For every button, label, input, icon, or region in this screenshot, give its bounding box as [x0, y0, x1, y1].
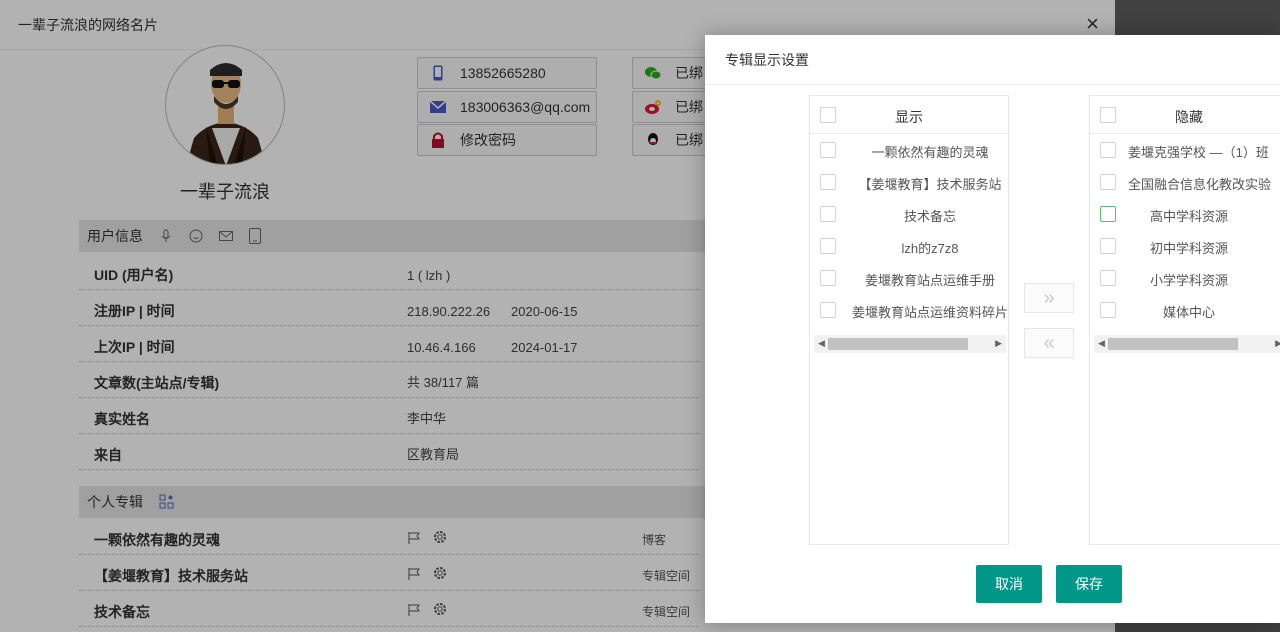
scroll-right-arrow[interactable]: ▶	[1275, 338, 1280, 349]
move-to-hidden-button[interactable]: »	[1024, 283, 1074, 313]
item-label: 姜堰克强学校 —（1）班	[1128, 145, 1269, 160]
list-item[interactable]: 姜堰教育站点运维手册	[810, 262, 1008, 294]
list-item[interactable]: 技术备忘	[810, 198, 1008, 230]
collection-display-dialog: 专辑显示设置 显示 一颗依然有趣的灵魂 【姜堰教育】技术服务站 技术备忘 lzh…	[705, 35, 1280, 623]
shown-list-header: 显示	[810, 96, 1008, 134]
shown-list-box: 显示 一颗依然有趣的灵魂 【姜堰教育】技术服务站 技术备忘 lzh的z7z8 姜…	[809, 95, 1009, 545]
move-to-shown-button[interactable]: «	[1024, 328, 1074, 358]
list-item[interactable]: 高中学科资源	[1090, 198, 1280, 230]
item-checkbox[interactable]	[820, 174, 836, 190]
item-checkbox[interactable]	[820, 238, 836, 254]
scroll-left-arrow[interactable]: ◀	[818, 338, 825, 349]
item-label: 小学学科资源	[1149, 273, 1228, 288]
dialog-title: 专辑显示设置	[705, 35, 1280, 85]
hidden-list: 姜堰克强学校 —（1）班 全国融合信息化教改实验 高中学科资源 初中学科资源 小…	[1090, 134, 1280, 326]
horizontal-scrollbar[interactable]: ◀ ▶	[814, 335, 1006, 353]
item-label: 初中学科资源	[1149, 241, 1228, 256]
hidden-list-header: 隐藏	[1090, 96, 1280, 134]
list-item[interactable]: lzh的z7z8	[810, 230, 1008, 262]
item-label: 高中学科资源	[1149, 209, 1228, 224]
list-item[interactable]: 一颗依然有趣的灵魂	[810, 134, 1008, 166]
cancel-button[interactable]: 取消	[976, 565, 1042, 603]
item-checkbox[interactable]	[1100, 142, 1116, 158]
scroll-left-arrow[interactable]: ◀	[1098, 338, 1105, 349]
hidden-list-title: 隐藏	[1175, 109, 1203, 125]
item-checkbox[interactable]	[820, 302, 836, 318]
list-item[interactable]: 全国融合信息化教改实验	[1090, 166, 1280, 198]
shown-list: 一颗依然有趣的灵魂 【姜堰教育】技术服务站 技术备忘 lzh的z7z8 姜堰教育…	[810, 134, 1008, 326]
item-label: lzh的z7z8	[901, 241, 959, 256]
list-item[interactable]: 初中学科资源	[1090, 230, 1280, 262]
scroll-right-arrow[interactable]: ▶	[995, 338, 1002, 349]
item-label: 【姜堰教育】技术服务站	[858, 177, 1002, 192]
item-checkbox[interactable]	[820, 270, 836, 286]
item-label: 姜堰教育站点运维手册	[864, 273, 995, 288]
save-button[interactable]: 保存	[1056, 565, 1122, 603]
list-item[interactable]: 姜堰教育站点运维资料碎片	[810, 294, 1008, 326]
scroll-thumb[interactable]	[828, 338, 968, 350]
scroll-thumb[interactable]	[1108, 338, 1238, 350]
item-label: 全国融合信息化教改实验	[1128, 177, 1272, 192]
item-label: 技术备忘	[903, 209, 956, 224]
hidden-list-box: 隐藏 姜堰克强学校 —（1）班 全国融合信息化教改实验 高中学科资源 初中学科资…	[1089, 95, 1280, 545]
horizontal-scrollbar[interactable]: ◀ ▶	[1094, 335, 1280, 353]
list-item[interactable]: 【姜堰教育】技术服务站	[810, 166, 1008, 198]
list-item[interactable]: 姜堰克强学校 —（1）班	[1090, 134, 1280, 166]
list-item[interactable]: 小学学科资源	[1090, 262, 1280, 294]
item-label: 姜堰教育站点运维资料碎片	[851, 305, 1008, 320]
item-label: 媒体中心	[1162, 305, 1215, 320]
shown-list-title: 显示	[895, 109, 923, 125]
item-label: 一颗依然有趣的灵魂	[871, 145, 989, 160]
item-checkbox[interactable]	[1100, 174, 1116, 190]
list-item[interactable]: 媒体中心	[1090, 294, 1280, 326]
item-checkbox[interactable]	[820, 206, 836, 222]
item-checkbox[interactable]	[820, 142, 836, 158]
